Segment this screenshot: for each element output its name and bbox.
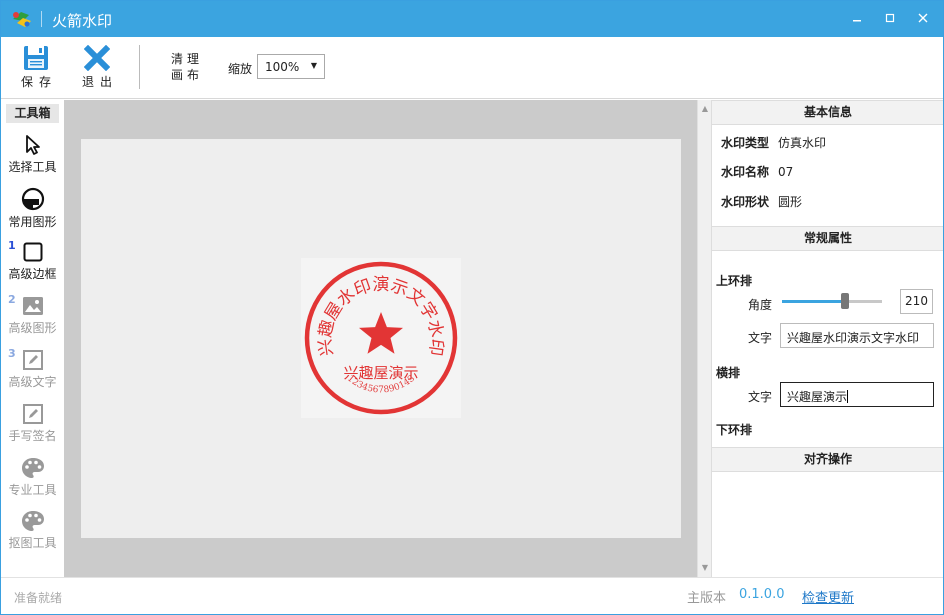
window-title: 火箭水印 (52, 12, 113, 30)
tool-select[interactable]: 选择工具 (1, 134, 64, 186)
status-bar: 准备就绪 主版本 0.1.0.0 检查更新 (1, 577, 943, 614)
clear-label-1: 清理 (170, 52, 203, 66)
tool-label: 高级边框 (8, 267, 57, 281)
zoom-value: 100% (265, 60, 300, 74)
tool-label: 抠图工具 (8, 536, 57, 550)
info-value: 07 (778, 165, 794, 179)
info-value: 圆形 (778, 195, 803, 209)
exit-button[interactable]: 退出 (75, 45, 119, 95)
minimize-button[interactable] (847, 9, 867, 29)
tool-label: 手写签名 (8, 429, 57, 443)
toolbox: 工具箱 选择工具 常用图形 1 高级边框 2 高级图形 3 高级文字 手写签名 … (1, 100, 64, 577)
angle-slider-thumb[interactable] (841, 293, 849, 309)
tool-label: 高级图形 (8, 321, 57, 335)
tool-label: 选择工具 (8, 160, 57, 174)
app-window: 火箭水印 保存 退出 清理 画布 缩放 100% ▼ 工具箱 选择工具 常用图形… (0, 0, 944, 615)
save-button[interactable]: 保存 (14, 45, 58, 95)
angle-slider-fill (782, 300, 845, 303)
version-number: 0.1.0.0 (739, 587, 785, 602)
info-key: 水印名称 (721, 165, 770, 179)
horizontal-text-label: 文字 (748, 390, 773, 404)
stamp-seal: 兴趣屋水印演示文字水印 1234567890143 兴趣屋演示 (304, 261, 458, 415)
close-icon (918, 13, 928, 23)
scroll-down-icon[interactable]: ▼ (698, 561, 712, 575)
zoom-label: 缩放 (228, 62, 253, 76)
cursor-icon (25, 135, 40, 155)
step-number: 2 (8, 293, 16, 306)
clear-canvas-button[interactable]: 清理 画布 (167, 51, 207, 83)
info-value: 仿真水印 (778, 136, 827, 150)
properties-panel: 基本信息 水印类型 仿真水印 水印名称 07 水印形状 圆形 常规属性 上环排 角度 … (711, 100, 943, 577)
align-header: 对齐操作 (712, 447, 943, 472)
canvas-vertical-scrollbar[interactable]: ▲ ▼ (697, 100, 711, 577)
tool-advanced-border[interactable]: 1 高级边框 (1, 239, 64, 293)
general-props-header: 常规属性 (712, 226, 943, 251)
palette-icon (21, 458, 44, 478)
stamp-center-text: 兴趣屋演示 (343, 364, 418, 382)
maximize-icon (885, 13, 895, 23)
tool-advanced-image[interactable]: 2 高级图形 (1, 293, 64, 347)
info-row-name: 水印名称 07 (721, 163, 793, 180)
image-icon (22, 297, 43, 315)
shape-icon (21, 187, 44, 211)
title-separator (41, 11, 42, 27)
title-bar[interactable]: 火箭水印 (1, 1, 943, 37)
clear-label-2: 画布 (170, 68, 203, 82)
status-text: 准备就绪 (14, 591, 63, 605)
toolbox-header: 工具箱 (6, 104, 59, 123)
text-caret (847, 390, 849, 403)
app-logo-icon (13, 12, 31, 27)
info-key: 水印类型 (721, 136, 770, 150)
version-label: 主版本 (687, 591, 727, 606)
main-toolbar: 保存 退出 清理 画布 缩放 100% ▼ (1, 37, 943, 99)
tool-label: 常用图形 (8, 215, 57, 229)
upper-ring-text-input[interactable]: 兴趣屋水印演示文字水印 (780, 323, 934, 348)
upper-ring-title: 上环排 (716, 274, 753, 288)
tool-common-shapes[interactable]: 常用图形 (1, 187, 64, 239)
tool-advanced-text[interactable]: 3 高级文字 (1, 347, 64, 401)
minimize-icon (853, 20, 861, 22)
close-button[interactable] (913, 9, 933, 29)
save-label: 保存 (20, 75, 57, 89)
zoom-select[interactable]: 100% ▼ (257, 54, 325, 79)
angle-label: 角度 (748, 298, 773, 312)
tool-cutout[interactable]: 抠图工具 (1, 510, 64, 562)
palette-icon (21, 511, 44, 531)
lower-ring-title: 下环排 (716, 423, 753, 437)
tool-label: 高级文字 (8, 375, 57, 389)
toolbar-divider (139, 45, 140, 89)
tool-label: 专业工具 (8, 483, 57, 497)
exit-x-icon (84, 45, 110, 71)
edit-icon (22, 350, 43, 370)
basic-info-header: 基本信息 (712, 100, 943, 125)
stamp-watermark[interactable]: 兴趣屋水印演示文字水印 1234567890143 兴趣屋演示 (301, 258, 461, 418)
horizontal-title: 横排 (716, 366, 741, 380)
tool-professional[interactable]: 专业工具 (1, 457, 64, 509)
angle-slider[interactable] (782, 293, 882, 309)
edit-icon (22, 404, 43, 424)
chevron-down-icon: ▼ (310, 61, 317, 70)
info-key: 水印形状 (721, 195, 770, 209)
info-row-shape: 水印形状 圆形 (721, 193, 802, 210)
scroll-up-icon[interactable]: ▲ (698, 102, 712, 116)
step-number: 3 (8, 347, 16, 360)
check-update-link[interactable]: 检查更新 (802, 587, 854, 606)
star-icon (359, 312, 403, 354)
horizontal-text-value: 兴趣屋演示 (787, 390, 848, 404)
exit-label: 退出 (81, 75, 118, 89)
step-number: 1 (8, 239, 16, 252)
square-icon (23, 242, 42, 262)
upper-text-label: 文字 (748, 331, 773, 345)
horizontal-text-input[interactable]: 兴趣屋演示 (780, 382, 934, 407)
tool-handwritten-signature[interactable]: 手写签名 (1, 403, 64, 455)
save-icon (24, 46, 48, 70)
angle-value-input[interactable]: 210 (900, 289, 933, 314)
info-row-type: 水印类型 仿真水印 (721, 134, 826, 151)
maximize-button[interactable] (880, 9, 900, 29)
